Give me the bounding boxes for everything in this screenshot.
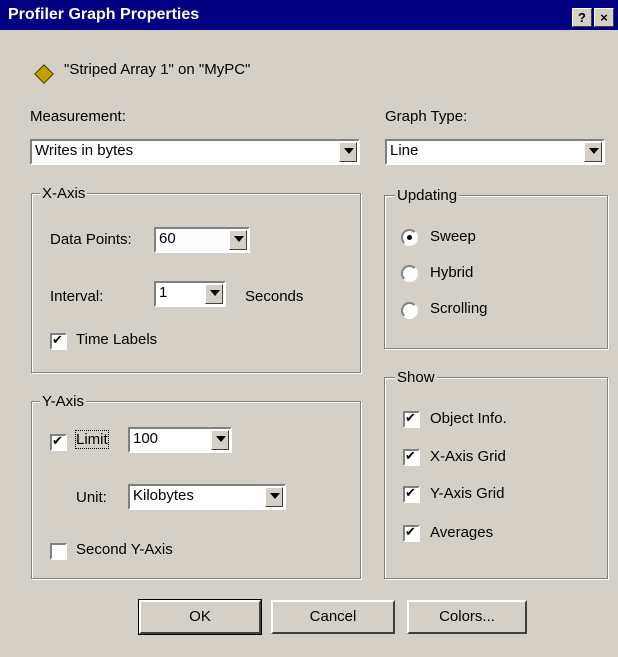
time-labels-checkbox[interactable]: [50, 332, 67, 350]
hybrid-radio[interactable]: [401, 265, 418, 282]
title-bar[interactable]: Profiler Graph Properties ? ×: [0, 0, 618, 30]
y-axis-grid-checkbox[interactable]: [403, 485, 420, 503]
measurement-dropdown-arrow-icon[interactable]: [339, 142, 357, 162]
unit-value: Kilobytes: [133, 487, 194, 504]
sweep-radio[interactable]: [401, 229, 418, 246]
averages-label: Averages: [430, 524, 494, 541]
unit-select[interactable]: Kilobytes: [128, 484, 286, 510]
interval-value: 1: [159, 284, 168, 301]
unit-dropdown-arrow-icon[interactable]: [265, 487, 283, 507]
sweep-label: Sweep: [430, 228, 476, 245]
close-button[interactable]: ×: [594, 8, 614, 27]
data-points-label: Data Points:: [50, 231, 132, 248]
updating-group-title: Updating: [395, 187, 460, 204]
graph-type-dropdown-arrow-icon[interactable]: [584, 142, 602, 162]
graph-type-select[interactable]: Line: [385, 139, 605, 165]
window-title: Profiler Graph Properties: [8, 6, 200, 23]
averages-checkbox[interactable]: [403, 524, 420, 542]
limit-select[interactable]: 100: [128, 427, 232, 453]
profiler-graph-properties-dialog: Profiler Graph Properties ? × "Striped A…: [0, 0, 618, 657]
diamond-icon: [34, 64, 54, 84]
object-name-text: "Striped Array 1" on "MyPC": [64, 61, 251, 78]
unit-label: Unit:: [76, 489, 107, 506]
y-axis-group-title: Y-Axis: [40, 393, 86, 410]
data-points-value: 60: [159, 230, 176, 247]
y-axis-grid-label: Y-Axis Grid: [430, 485, 505, 502]
interval-unit-text: Seconds: [245, 288, 304, 305]
interval-dropdown-arrow-icon[interactable]: [205, 284, 223, 304]
second-y-axis-label: Second Y-Axis: [76, 541, 173, 558]
help-button[interactable]: ?: [572, 8, 592, 27]
limit-value: 100: [133, 430, 159, 447]
ok-button[interactable]: OK: [138, 599, 262, 635]
x-axis-grid-checkbox[interactable]: [403, 448, 420, 466]
measurement-label: Measurement:: [30, 108, 126, 125]
colors-button[interactable]: Colors...: [407, 600, 527, 634]
measurement-select[interactable]: Writes in bytes: [30, 139, 360, 165]
graph-type-value: Line: [390, 142, 419, 159]
data-points-dropdown-arrow-icon[interactable]: [229, 230, 247, 250]
limit-dropdown-arrow-icon[interactable]: [211, 430, 229, 450]
x-axis-group-title: X-Axis: [40, 185, 88, 202]
show-group-title: Show: [395, 369, 437, 386]
limit-checkbox[interactable]: [50, 433, 67, 451]
hybrid-label: Hybrid: [430, 264, 474, 281]
object-info-checkbox[interactable]: [403, 410, 420, 428]
object-info-label: Object Info.: [430, 410, 507, 427]
scrolling-radio[interactable]: [401, 302, 418, 319]
interval-select[interactable]: 1: [154, 281, 226, 307]
limit-label: Limit: [75, 430, 109, 449]
second-y-axis-checkbox[interactable]: [50, 543, 67, 560]
graph-type-label: Graph Type:: [385, 108, 468, 125]
data-points-select[interactable]: 60: [154, 227, 250, 253]
cancel-button[interactable]: Cancel: [271, 600, 395, 634]
x-axis-grid-label: X-Axis Grid: [430, 448, 506, 465]
show-group: [384, 377, 608, 579]
scrolling-label: Scrolling: [430, 300, 488, 317]
interval-label: Interval:: [50, 288, 104, 305]
measurement-value: Writes in bytes: [35, 142, 134, 159]
time-labels-label: Time Labels: [76, 331, 158, 348]
